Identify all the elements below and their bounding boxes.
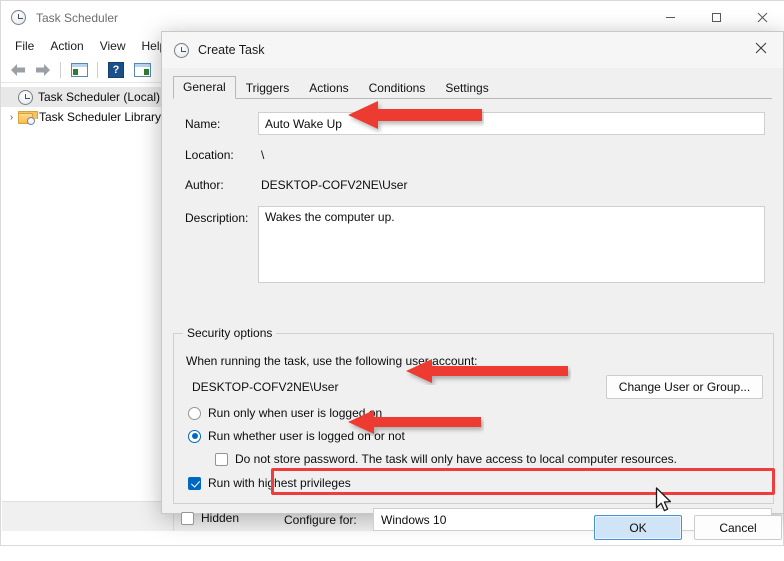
window-controls [647, 1, 784, 34]
menu-file[interactable]: File [7, 37, 42, 55]
name-input[interactable]: Auto Wake Up [258, 112, 765, 135]
location-value: \ [261, 148, 265, 162]
tree-item-label: Task Scheduler (Local) [38, 90, 161, 104]
checkbox-label: Run with highest privileges [208, 476, 351, 490]
description-label: Description: [185, 211, 249, 225]
create-task-dialog: Create Task General Triggers Actions Con… [161, 31, 784, 540]
name-input-value: Auto Wake Up [265, 116, 342, 131]
radio-selected-icon[interactable] [188, 429, 201, 443]
minimize-button[interactable] [647, 1, 693, 34]
checkbox-icon[interactable] [181, 511, 194, 525]
tab-general[interactable]: General [173, 76, 236, 99]
radio-label: Run only when user is logged on [208, 406, 383, 420]
configure-for-label: Configure for: [284, 513, 357, 527]
author-value: DESKTOP-COFV2NE\User [261, 178, 408, 192]
close-button[interactable] [739, 1, 784, 34]
menu-view[interactable]: View [92, 37, 134, 55]
screenshot-root: Task Scheduler File Action View Help ? T… [0, 0, 784, 561]
clock-icon [11, 9, 27, 26]
dialog-title: Create Task [198, 43, 265, 57]
desktop-background [0, 546, 784, 561]
ok-button[interactable]: OK [594, 515, 682, 540]
maximize-button[interactable] [693, 1, 739, 34]
menu-action[interactable]: Action [42, 37, 91, 55]
description-textarea[interactable]: Wakes the computer up. [258, 206, 765, 283]
help-icon[interactable]: ? [105, 60, 127, 80]
tab-settings[interactable]: Settings [435, 77, 498, 99]
checkbox-hidden[interactable]: Hidden [181, 511, 239, 525]
checkbox-do-not-store-password[interactable]: Do not store password. The task will onl… [215, 452, 677, 466]
tab-triggers[interactable]: Triggers [236, 77, 300, 99]
checkbox-run-with-highest-privileges[interactable]: Run with highest privileges [188, 476, 351, 490]
folder-clock-icon [18, 110, 38, 125]
author-label: Author: [185, 178, 224, 192]
tree-item-task-scheduler-library[interactable]: › Task Scheduler Library [1, 107, 166, 127]
window-title: Task Scheduler [36, 10, 119, 25]
description-value: Wakes the computer up. [265, 210, 395, 224]
radio-label: Run whether user is logged on or not [208, 429, 405, 443]
tab-actions[interactable]: Actions [299, 77, 358, 99]
radio-run-only-when-logged-on[interactable]: Run only when user is logged on [188, 406, 382, 420]
clock-icon [174, 42, 189, 58]
radio-run-whether-logged-on-or-not[interactable]: Run whether user is logged on or not [188, 429, 405, 443]
account-prompt-label: When running the task, use the following… [186, 354, 478, 368]
toolbar-separator-2 [97, 61, 98, 78]
show-hide-console-tree-icon[interactable] [68, 60, 90, 80]
dialog-close-icon[interactable] [739, 32, 783, 64]
tab-strip: General Triggers Actions Conditions Sett… [173, 75, 772, 99]
user-account-value: DESKTOP-COFV2NE\User [185, 376, 581, 398]
radio-icon[interactable] [188, 406, 201, 420]
location-label: Location: [185, 148, 234, 162]
name-label: Name: [185, 117, 221, 131]
checkbox-label: Do not store password. The task will onl… [235, 452, 677, 466]
security-options-title: Security options [183, 326, 277, 340]
clock-icon [18, 89, 33, 105]
user-account-text: DESKTOP-COFV2NE\User [192, 380, 339, 394]
dialog-titlebar: Create Task [162, 32, 783, 68]
task-scheduler-titlebar: Task Scheduler [1, 1, 784, 34]
change-user-or-group-button[interactable]: Change User or Group... [606, 375, 763, 399]
chevron-right-icon[interactable]: › [5, 112, 18, 123]
console-tree: Task Scheduler (Local) › Task Scheduler … [1, 83, 167, 503]
security-options-group: Security options When running the task, … [173, 326, 774, 504]
dialog-body: General Triggers Actions Conditions Sett… [162, 68, 783, 540]
checkbox-label: Hidden [201, 511, 240, 525]
tab-conditions[interactable]: Conditions [359, 77, 436, 99]
checkbox-icon[interactable] [215, 452, 228, 466]
toolbar-separator-1 [60, 61, 61, 78]
cancel-button[interactable]: Cancel [694, 515, 782, 540]
checkbox-checked-icon[interactable] [188, 476, 201, 490]
forward-arrow-icon[interactable] [31, 60, 53, 80]
show-hide-action-pane-icon[interactable] [131, 60, 153, 80]
tree-item-task-scheduler-local[interactable]: Task Scheduler (Local) [1, 87, 166, 107]
tree-item-label: Task Scheduler Library [39, 110, 162, 124]
back-arrow-icon[interactable] [7, 60, 29, 80]
configure-for-value: Windows 10 [381, 512, 447, 527]
